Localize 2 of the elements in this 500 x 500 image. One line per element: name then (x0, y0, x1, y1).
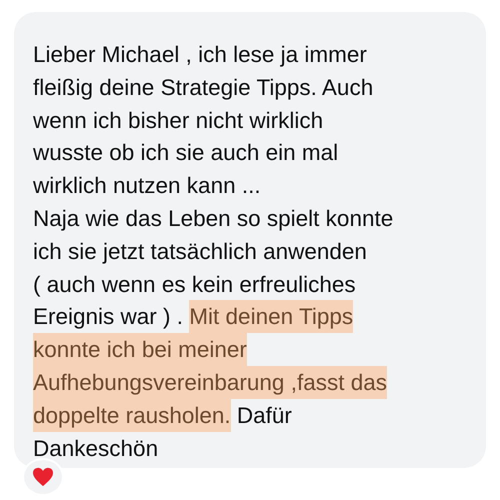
message-text: Lieber Michael , ich lese ja immer fleißig deine Strategie Tipps. Auch wenn ich bisher nicht wirklich wusste ob ich sie auch ein mal wirklich nutzen kann ... Naja wie das Leben so spielt konnte ich sie jetzt tatsächlich anwenden ( auch wenn es kein erfreuliches Ereignis war ) . Mit deinen Tipps konnte ich bei meiner Aufhebungsvereinbarung ,fasst das doppelte rausholen. Dafür Dankeschön (33, 41, 394, 463)
heart-icon (32, 467, 54, 487)
